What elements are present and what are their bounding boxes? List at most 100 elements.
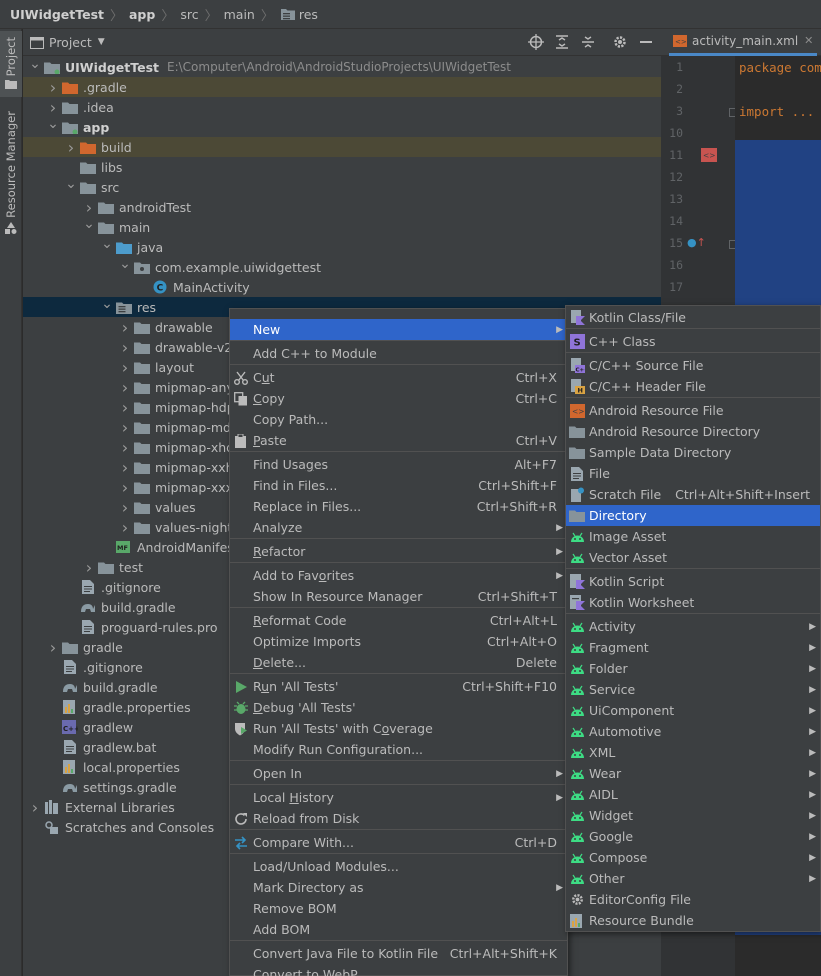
tree-item[interactable]: C MainActivity: [23, 277, 661, 297]
close-icon[interactable]: ✕: [804, 34, 813, 47]
menu-item-fragment[interactable]: Fragment ▶: [566, 637, 820, 658]
locate-icon[interactable]: [528, 34, 544, 53]
breadcrumb-item[interactable]: app 〉: [129, 5, 180, 24]
menu-item-load-unload-modules[interactable]: Load/Unload Modules...: [230, 856, 567, 877]
menu-item-kotlin-script[interactable]: Kotlin Script: [566, 571, 820, 592]
breadcrumb-item[interactable]: UIWidgetTest 〉: [10, 5, 129, 24]
menu-item-xml[interactable]: XML ▶: [566, 742, 820, 763]
menu-item-image-asset[interactable]: Image Asset: [566, 526, 820, 547]
chevron-right-icon[interactable]: ›: [117, 438, 133, 457]
class-gutter-icon[interactable]: <>: [701, 148, 717, 165]
tree-item[interactable]: ⌄ com.example.uiwidgettest: [23, 256, 661, 277]
menu-item-aidl[interactable]: AIDL ▶: [566, 784, 820, 805]
tree-item[interactable]: › .gradle: [23, 77, 661, 97]
menu-item-convert-to-webp[interactable]: Convert to WebP...: [230, 964, 567, 976]
tree-item[interactable]: ⌄ main: [23, 216, 661, 237]
menu-item-add-bom[interactable]: Add BOM: [230, 919, 567, 940]
menu-item-delete[interactable]: Delete... Delete: [230, 652, 567, 673]
breadcrumb-item[interactable]: src 〉: [180, 5, 223, 24]
menu-item-replace-in-files[interactable]: Replace in Files... Ctrl+Shift+R: [230, 496, 567, 517]
project-view-selector[interactable]: Project: [49, 35, 92, 50]
resource-manager-tool-tab[interactable]: Resource Manager: [0, 111, 22, 261]
menu-item-compare-with[interactable]: Compare With... Ctrl+D: [230, 832, 567, 853]
menu-item-cut[interactable]: Cut Ctrl+X: [230, 367, 567, 388]
menu-item-scratch-file[interactable]: Scratch File Ctrl+Alt+Shift+Insert: [566, 484, 820, 505]
menu-item-copy-path[interactable]: Copy Path...: [230, 409, 567, 430]
tree-item[interactable]: ⌄ UIWidgetTest E:\Computer\Android\Android…: [23, 56, 661, 77]
chevron-down-icon[interactable]: ⌄: [27, 56, 43, 72]
project-tool-tab[interactable]: Project: [0, 31, 22, 97]
chevron-right-icon[interactable]: ›: [81, 558, 97, 577]
menu-item-google[interactable]: Google ▶: [566, 826, 820, 847]
chevron-down-icon[interactable]: ⌄: [117, 256, 133, 272]
chevron-right-icon[interactable]: ›: [117, 478, 133, 497]
chevron-right-icon[interactable]: ›: [117, 458, 133, 477]
chevron-down-icon[interactable]: ⌄: [99, 296, 115, 312]
menu-item-copy[interactable]: Copy Ctrl+C: [230, 388, 567, 409]
menu-item-remove-bom[interactable]: Remove BOM: [230, 898, 567, 919]
gear-icon[interactable]: [612, 34, 628, 53]
menu-item-modify-run-configuration[interactable]: Modify Run Configuration...: [230, 739, 567, 760]
menu-item-vector-asset[interactable]: Vector Asset: [566, 547, 820, 568]
tree-item[interactable]: › build: [23, 137, 661, 157]
menu-item-refactor[interactable]: Refactor ▶: [230, 541, 567, 562]
menu-item-android-resource-file[interactable]: <> Android Resource File: [566, 400, 820, 421]
chevron-down-icon[interactable]: ⌄: [45, 116, 61, 132]
chevron-right-icon[interactable]: ›: [117, 398, 133, 417]
chevron-right-icon[interactable]: ›: [117, 418, 133, 437]
chevron-down-icon[interactable]: ⌄: [63, 176, 79, 192]
override-gutter-icon[interactable]: ●↑: [687, 236, 706, 249]
chevron-right-icon[interactable]: ›: [117, 338, 133, 357]
menu-item-wear[interactable]: Wear ▶: [566, 763, 820, 784]
tree-item[interactable]: › .idea: [23, 97, 661, 117]
menu-item-run-all-tests[interactable]: Run 'All Tests' Ctrl+Shift+F10: [230, 676, 567, 697]
menu-item-show-in-resource-manager[interactable]: Show In Resource Manager Ctrl+Shift+T: [230, 586, 567, 607]
chevron-right-icon[interactable]: ›: [27, 798, 43, 817]
menu-item-automotive[interactable]: Automotive ▶: [566, 721, 820, 742]
menu-item-other[interactable]: Other ▶: [566, 868, 820, 889]
tree-item[interactable]: › androidTest: [23, 197, 661, 217]
breadcrumb-item[interactable]: main 〉: [224, 5, 280, 24]
menu-item-uicomponent[interactable]: UiComponent ▶: [566, 700, 820, 721]
chevron-right-icon[interactable]: ›: [117, 518, 133, 537]
tree-item[interactable]: ⌄ src: [23, 176, 661, 197]
chevron-down-icon[interactable]: ⌄: [81, 216, 97, 232]
tree-item[interactable]: ⌄ app: [23, 116, 661, 137]
hide-panel-icon[interactable]: [640, 41, 652, 43]
menu-item-service[interactable]: Service ▶: [566, 679, 820, 700]
menu-item-add-to-favorites[interactable]: Add to Favorites ▶: [230, 565, 567, 586]
chevron-right-icon[interactable]: ›: [117, 318, 133, 337]
menu-item-open-in[interactable]: Open In ▶: [230, 763, 567, 784]
menu-item-editorconfig-file[interactable]: EditorConfig File: [566, 889, 820, 910]
menu-item-c-c++-source-file[interactable]: C++ C/C++ Source File: [566, 355, 820, 376]
chevron-right-icon[interactable]: ›: [117, 498, 133, 517]
menu-item-android-resource-directory[interactable]: Android Resource Directory: [566, 421, 820, 442]
chevron-right-icon[interactable]: ›: [81, 198, 97, 217]
menu-item-c-c++-header-file[interactable]: H C/C++ Header File: [566, 376, 820, 397]
tree-item[interactable]: libs: [23, 157, 661, 177]
chevron-right-icon[interactable]: ›: [45, 638, 61, 657]
menu-item-analyze[interactable]: Analyze ▶: [230, 517, 567, 538]
menu-item-resource-bundle[interactable]: Resource Bundle: [566, 910, 820, 931]
expand-all-icon[interactable]: [554, 34, 570, 53]
menu-item-reformat-code[interactable]: Reformat Code Ctrl+Alt+L: [230, 610, 567, 631]
menu-item-directory[interactable]: Directory: [566, 505, 820, 526]
menu-item-sample-data-directory[interactable]: Sample Data Directory: [566, 442, 820, 463]
chevron-right-icon[interactable]: ›: [45, 98, 61, 117]
menu-item-c++-class[interactable]: S C++ Class: [566, 331, 820, 352]
chevron-down-icon[interactable]: ⌄: [99, 236, 115, 252]
menu-item-new[interactable]: New ▶: [230, 319, 567, 340]
chevron-down-icon[interactable]: ▼: [98, 37, 105, 47]
menu-item-debug-all-tests[interactable]: Debug 'All Tests': [230, 697, 567, 718]
tree-item[interactable]: ⌄ java: [23, 236, 661, 257]
chevron-right-icon[interactable]: ›: [63, 138, 79, 157]
menu-item-find-usages[interactable]: Find Usages Alt+F7: [230, 454, 567, 475]
chevron-right-icon[interactable]: ›: [45, 78, 61, 97]
chevron-right-icon[interactable]: ›: [117, 378, 133, 397]
breadcrumb-item[interactable]: res: [280, 7, 318, 22]
menu-item-kotlin-worksheet[interactable]: Kotlin Worksheet: [566, 592, 820, 613]
chevron-right-icon[interactable]: ›: [117, 358, 133, 377]
menu-item-file[interactable]: File: [566, 463, 820, 484]
menu-item-run-all-tests-with-coverage[interactable]: Run 'All Tests' with Coverage: [230, 718, 567, 739]
menu-item-add-c++-to-module[interactable]: Add C++ to Module: [230, 343, 567, 364]
